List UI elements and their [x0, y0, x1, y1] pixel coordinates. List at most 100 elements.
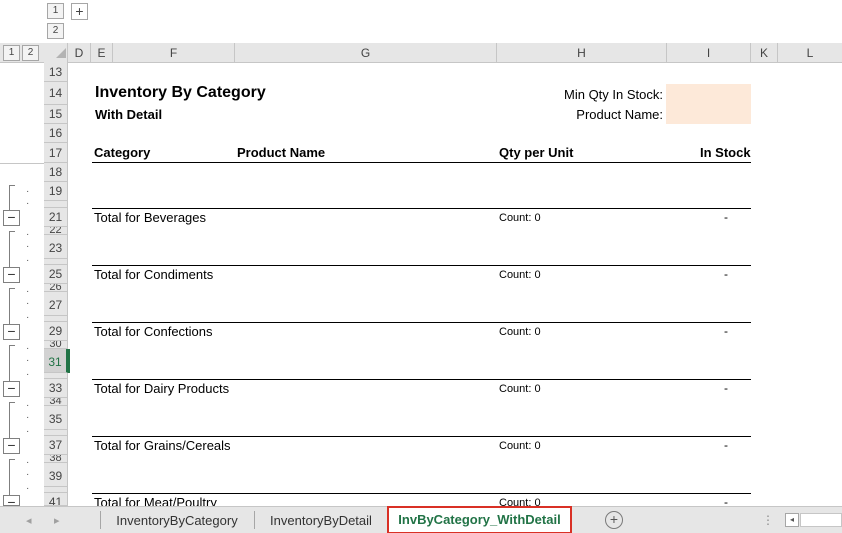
tab-inv-by-category-with-detail[interactable]: InvByCategory_WithDetail	[387, 506, 572, 533]
active-cell-marker	[68, 349, 70, 373]
outline-dot: ·	[26, 241, 30, 252]
horizontal-scrollbar[interactable]	[800, 513, 842, 527]
row-header-29[interactable]: 29	[44, 322, 68, 341]
column-header-g[interactable]: G	[235, 43, 497, 63]
outline-dot: ·	[26, 426, 30, 437]
row-header-17[interactable]: 17	[44, 143, 68, 163]
row-outline-level-1-button[interactable]: 1	[3, 45, 20, 61]
row-header-35[interactable]: 35	[44, 406, 68, 430]
collapse-group-button[interactable]: −	[3, 324, 20, 340]
header-qty-per-unit: Qty per Unit	[499, 145, 574, 160]
outline-dot: ·	[26, 400, 30, 411]
group-rule	[92, 322, 751, 323]
outline-dot: ·	[26, 229, 30, 240]
collapse-group-button[interactable]: −	[3, 381, 20, 397]
stock-dairy-products: -	[724, 381, 728, 395]
row-header-39[interactable]: 39	[44, 463, 68, 487]
total-confections: Total for Confections	[94, 324, 213, 339]
stock-condiments: -	[724, 267, 728, 281]
column-header-e[interactable]: E	[91, 43, 113, 63]
outline-dot: ·	[26, 469, 30, 480]
row-header-22[interactable]: 22	[44, 227, 68, 235]
report-subtitle: With Detail	[95, 107, 163, 122]
row-header-34[interactable]: 34	[44, 398, 68, 406]
outline-dot: ·	[26, 412, 30, 423]
column-header-h[interactable]: H	[497, 43, 667, 63]
row-header-19[interactable]: 19	[44, 182, 68, 201]
column-header-bar: 1 2 D E F G H I K L	[0, 43, 842, 63]
total-beverages: Total for Beverages	[94, 210, 207, 225]
col-outline-level-1-button[interactable]: 1	[47, 3, 64, 19]
stock-grains-cereals: -	[724, 438, 728, 452]
outline-gutter-rule	[0, 163, 44, 164]
outline-dot: ·	[26, 286, 30, 297]
row-header-16[interactable]: 16	[44, 124, 68, 143]
min-qty-label: Min Qty In Stock:	[564, 87, 663, 102]
row-header-37[interactable]: 37	[44, 436, 68, 455]
tab-separator	[254, 511, 255, 529]
count-grains-cereals: Count: 0	[499, 440, 541, 452]
tab-split-handle-icon[interactable]: ⋮	[762, 513, 774, 527]
group-rule	[92, 436, 751, 437]
row-header-41[interactable]: 41	[44, 493, 68, 506]
row-outline-level-2-button[interactable]: 2	[22, 45, 39, 61]
column-header-f[interactable]: F	[113, 43, 235, 63]
outline-dot: ·	[26, 457, 30, 468]
row-header-25[interactable]: 25	[44, 265, 68, 284]
collapse-group-button[interactable]: −	[3, 210, 20, 226]
count-confections: Count: 0	[499, 326, 541, 338]
outline-dot: ·	[26, 255, 30, 266]
header-in-stock: In Stock	[700, 145, 751, 160]
group-rule	[92, 493, 751, 494]
tab-separator	[100, 511, 101, 529]
group-bracket	[9, 345, 15, 381]
outline-dot: ·	[26, 355, 30, 366]
row-header-27[interactable]: 27	[44, 292, 68, 316]
col-outline-level-2-button[interactable]: 2	[47, 23, 64, 39]
expand-columns-button[interactable]: +	[71, 3, 88, 20]
row-header-30[interactable]: 30	[44, 341, 68, 349]
row-header-31[interactable]: 31	[44, 349, 68, 373]
row-header-18[interactable]: 18	[44, 163, 68, 182]
total-condiments: Total for Condiments	[94, 267, 214, 282]
column-header-i[interactable]: I	[667, 43, 751, 63]
min-qty-input-cell[interactable]	[666, 84, 751, 104]
tab-inventory-by-category[interactable]: InventoryByCategory	[104, 507, 250, 533]
spreadsheet-window: 1 + 2 1 2 D E F G H I K L 13 14 15 16 17…	[0, 0, 842, 533]
row-header-38[interactable]: 38	[44, 455, 68, 463]
group-rule	[92, 265, 751, 266]
row-header-26[interactable]: 26	[44, 284, 68, 292]
row-header-23[interactable]: 23	[44, 235, 68, 259]
collapse-group-button[interactable]: −	[3, 267, 20, 283]
select-all-triangle	[56, 48, 66, 58]
product-name-input-cell[interactable]	[666, 104, 751, 124]
next-sheet-icon[interactable]: ▸	[54, 514, 60, 527]
collapse-group-button[interactable]: −	[3, 495, 20, 506]
column-header-d[interactable]: D	[68, 43, 91, 63]
stock-beverages: -	[724, 210, 728, 224]
scroll-left-button[interactable]: ◂	[785, 513, 799, 527]
row-header-14[interactable]: 14	[44, 82, 68, 105]
row-header-33[interactable]: 33	[44, 379, 68, 398]
outline-dot: ·	[26, 298, 30, 309]
collapse-group-button[interactable]: −	[3, 438, 20, 454]
column-header-l[interactable]: L	[778, 43, 842, 63]
header-category: Category	[94, 145, 151, 160]
row-header-15[interactable]: 15	[44, 105, 68, 124]
count-dairy-products: Count: 0	[499, 383, 541, 395]
sheet-tab-bar: ◂ ▸ InventoryByCategory InventoryByDetai…	[0, 506, 842, 533]
column-header-k[interactable]: K	[751, 43, 778, 63]
group-bracket	[9, 459, 15, 495]
row-header-13[interactable]: 13	[44, 63, 68, 82]
add-sheet-button[interactable]: +	[605, 511, 623, 529]
header-product-name: Product Name	[237, 145, 326, 160]
row-header-21[interactable]: 21	[44, 208, 68, 227]
row-header-20[interactable]	[44, 201, 68, 208]
report-title: Inventory By Category	[95, 84, 266, 101]
group-rule	[92, 379, 751, 380]
tab-inventory-by-detail[interactable]: InventoryByDetail	[258, 507, 384, 533]
prev-sheet-icon[interactable]: ◂	[26, 514, 32, 527]
outline-dot: ·	[26, 186, 30, 197]
product-name-label: Product Name:	[576, 107, 663, 122]
group-rule	[92, 208, 751, 209]
